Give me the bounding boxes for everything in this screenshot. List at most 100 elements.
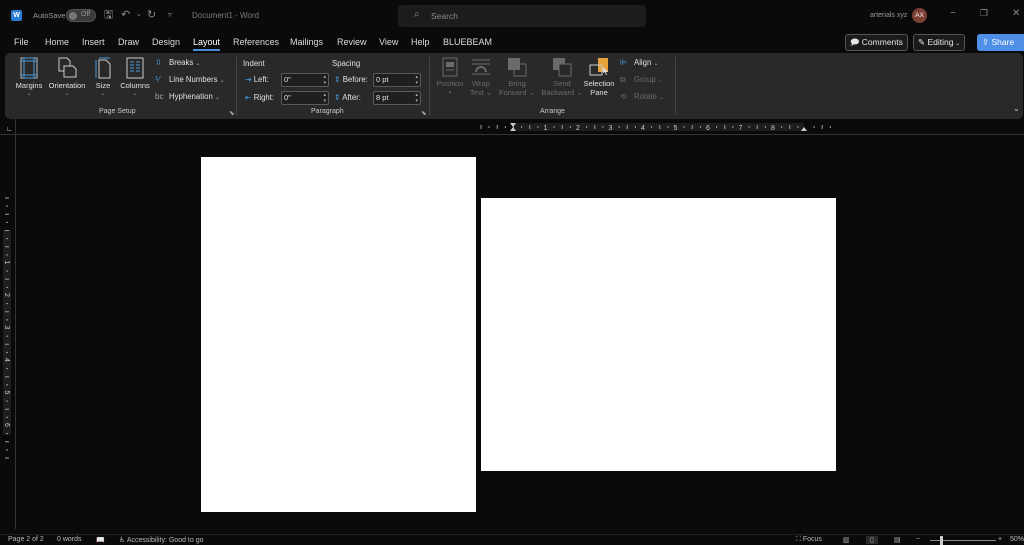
undo-icon[interactable]: ↶ (121, 9, 130, 21)
ruler-tick (553, 126, 555, 128)
spinner-arrows-icon[interactable]: ▴ ▾ (415, 74, 418, 86)
ruler-tick (667, 126, 669, 128)
tab-help[interactable]: Help (411, 37, 430, 47)
send-backward-label-2: Backward (541, 88, 575, 97)
ruler-tick (6, 270, 8, 272)
wrap-text-button[interactable]: Wrap Text ⌄ (467, 57, 495, 97)
save-icon[interactable]: 🖫 (104, 9, 113, 21)
line-numbers-label: Line Numbers (169, 75, 218, 84)
zoom-slider-thumb[interactable] (940, 536, 943, 545)
tab-layout[interactable]: Layout (193, 37, 221, 51)
indent-left-label: ⇥ Left: (245, 75, 269, 84)
margins-label: Margins (15, 81, 43, 90)
ruler-number: 7 (739, 125, 743, 131)
tab-references[interactable]: References (233, 37, 279, 47)
zoom-out-button[interactable]: − (916, 536, 920, 543)
editing-mode-button[interactable]: ✎ Editing ⌄ (913, 34, 966, 51)
line-numbers-button[interactable]: ⅟ Line Numbers ⌄ (155, 75, 225, 84)
share-button[interactable]: ⇪ Share (977, 34, 1024, 51)
tab-selector-icon[interactable]: ∟ (6, 126, 13, 133)
ruler-number: 6 (3, 423, 10, 427)
zoom-level[interactable]: 50% (1010, 536, 1024, 543)
bring-forward-icon (508, 58, 527, 77)
size-button[interactable]: Size ⌄ (92, 57, 114, 97)
group-divider (236, 57, 237, 115)
tab-home[interactable]: Home (45, 37, 69, 47)
username: arterials xyz (870, 12, 908, 19)
spinner-arrows-icon[interactable]: ▴ ▾ (323, 92, 326, 104)
align-icon: ⊫ (620, 58, 627, 67)
search-box[interactable]: ⌕ Search (398, 5, 646, 27)
spacing-after-field[interactable]: 8 pt ▴ ▾ (373, 91, 421, 105)
spinner-arrows-icon[interactable]: ▴ ▾ (415, 92, 418, 104)
selection-pane-button[interactable]: Selection Pane (580, 57, 618, 97)
document-page-2[interactable] (481, 198, 836, 471)
hyphenation-button[interactable]: bc Hyphenation ⌄ (155, 92, 220, 101)
redo-icon[interactable]: ↻ (147, 9, 156, 21)
selection-pane-label-1: Selection (583, 79, 615, 88)
tab-mailings[interactable]: Mailings (290, 37, 323, 47)
group-button[interactable]: ⧉ Group ⌄ (620, 75, 663, 85)
hyphenation-label: Hyphenation (169, 92, 213, 101)
tab-draw[interactable]: Draw (118, 37, 139, 47)
paragraph-launcher-icon[interactable]: ⬊ (421, 109, 426, 117)
web-layout-icon[interactable]: ▤ (894, 536, 901, 544)
indent-left-field[interactable]: 0" ▴ ▾ (281, 73, 329, 87)
page-setup-launcher-icon[interactable]: ⬊ (229, 109, 234, 117)
send-backward-label-1: Send (553, 79, 571, 88)
word-count[interactable]: 0 words (57, 536, 82, 543)
indent-right-field[interactable]: 0" ▴ ▾ (281, 91, 329, 105)
restore-icon[interactable]: ❐ (980, 8, 988, 19)
customize-qat-icon[interactable]: ▿ (168, 9, 172, 21)
tab-bluebeam[interactable]: BLUEBEAM (443, 37, 492, 47)
ruler-tick (594, 125, 596, 129)
horizontal-ruler[interactable]: 1 2 3 4 5 6 7 8 (478, 123, 834, 131)
accessibility-status[interactable]: ♿ Accessibility: Good to go (119, 536, 204, 544)
align-button[interactable]: ⊫ Align ⌄ (620, 58, 659, 67)
ruler-tick (691, 125, 693, 129)
breaks-button[interactable]: ⇳ Breaks ⌄ (155, 58, 200, 67)
comments-button[interactable]: 🗩 Comments (845, 34, 908, 51)
close-icon[interactable]: ✕ (1012, 8, 1020, 19)
columns-label: Columns (120, 81, 150, 90)
ruler-tick (5, 376, 9, 378)
status-bar: Page 2 of 2 0 words 📖 ♿ Accessibility: G… (0, 534, 1024, 545)
ruler-tick (651, 126, 653, 128)
ruler-tick (6, 351, 8, 353)
focus-button[interactable]: ⛶ Focus (796, 536, 822, 544)
zoom-in-button[interactable]: + (998, 536, 1002, 543)
avatar[interactable]: AX (912, 8, 927, 23)
vertical-ruler[interactable]: 1 2 3 4 5 6 (3, 190, 11, 470)
search-icon: ⌕ (414, 9, 420, 20)
document-page-1[interactable] (201, 157, 476, 512)
send-backward-button[interactable]: Send Backward ⌄ (539, 57, 585, 97)
ruler-tick (6, 449, 8, 451)
position-button[interactable]: Position ⌄ (433, 57, 467, 95)
ruler-tick (496, 125, 498, 129)
tab-insert[interactable]: Insert (82, 37, 105, 47)
indent-right-value: 0" (284, 93, 291, 102)
read-mode-icon[interactable]: ▥ (843, 536, 850, 544)
margins-button[interactable]: Margins ⌄ (13, 57, 45, 97)
columns-button[interactable]: Columns ⌄ (119, 57, 151, 97)
tab-review[interactable]: Review (337, 37, 367, 47)
indent-heading: Indent (243, 59, 265, 68)
ruler-tick (504, 126, 506, 128)
autosave-toggle[interactable]: Off (66, 9, 96, 22)
undo-dropdown-icon[interactable]: ⌄ (136, 9, 142, 21)
page-count[interactable]: Page 2 of 2 (8, 536, 44, 543)
spacing-after-label: ⇕ After: (334, 93, 361, 102)
tab-view[interactable]: View (379, 37, 398, 47)
spinner-arrows-icon[interactable]: ▴ ▾ (323, 74, 326, 86)
bring-forward-button[interactable]: Bring Forward ⌄ (497, 57, 537, 97)
proofing-icon[interactable]: 📖 (96, 536, 105, 544)
rotate-button[interactable]: ⟲ Rotate ⌄ (620, 92, 664, 101)
collapse-ribbon-icon[interactable]: ⌄ (1013, 104, 1020, 113)
tab-file[interactable]: File (14, 37, 29, 47)
tab-design[interactable]: Design (152, 37, 180, 47)
minimize-icon[interactable]: − (950, 8, 956, 19)
margins-icon (20, 57, 38, 79)
print-layout-icon[interactable]: ▯ (866, 536, 878, 544)
spacing-before-field[interactable]: 0 pt ▴ ▾ (373, 73, 421, 87)
orientation-button[interactable]: Orientation ⌄ (45, 57, 89, 97)
